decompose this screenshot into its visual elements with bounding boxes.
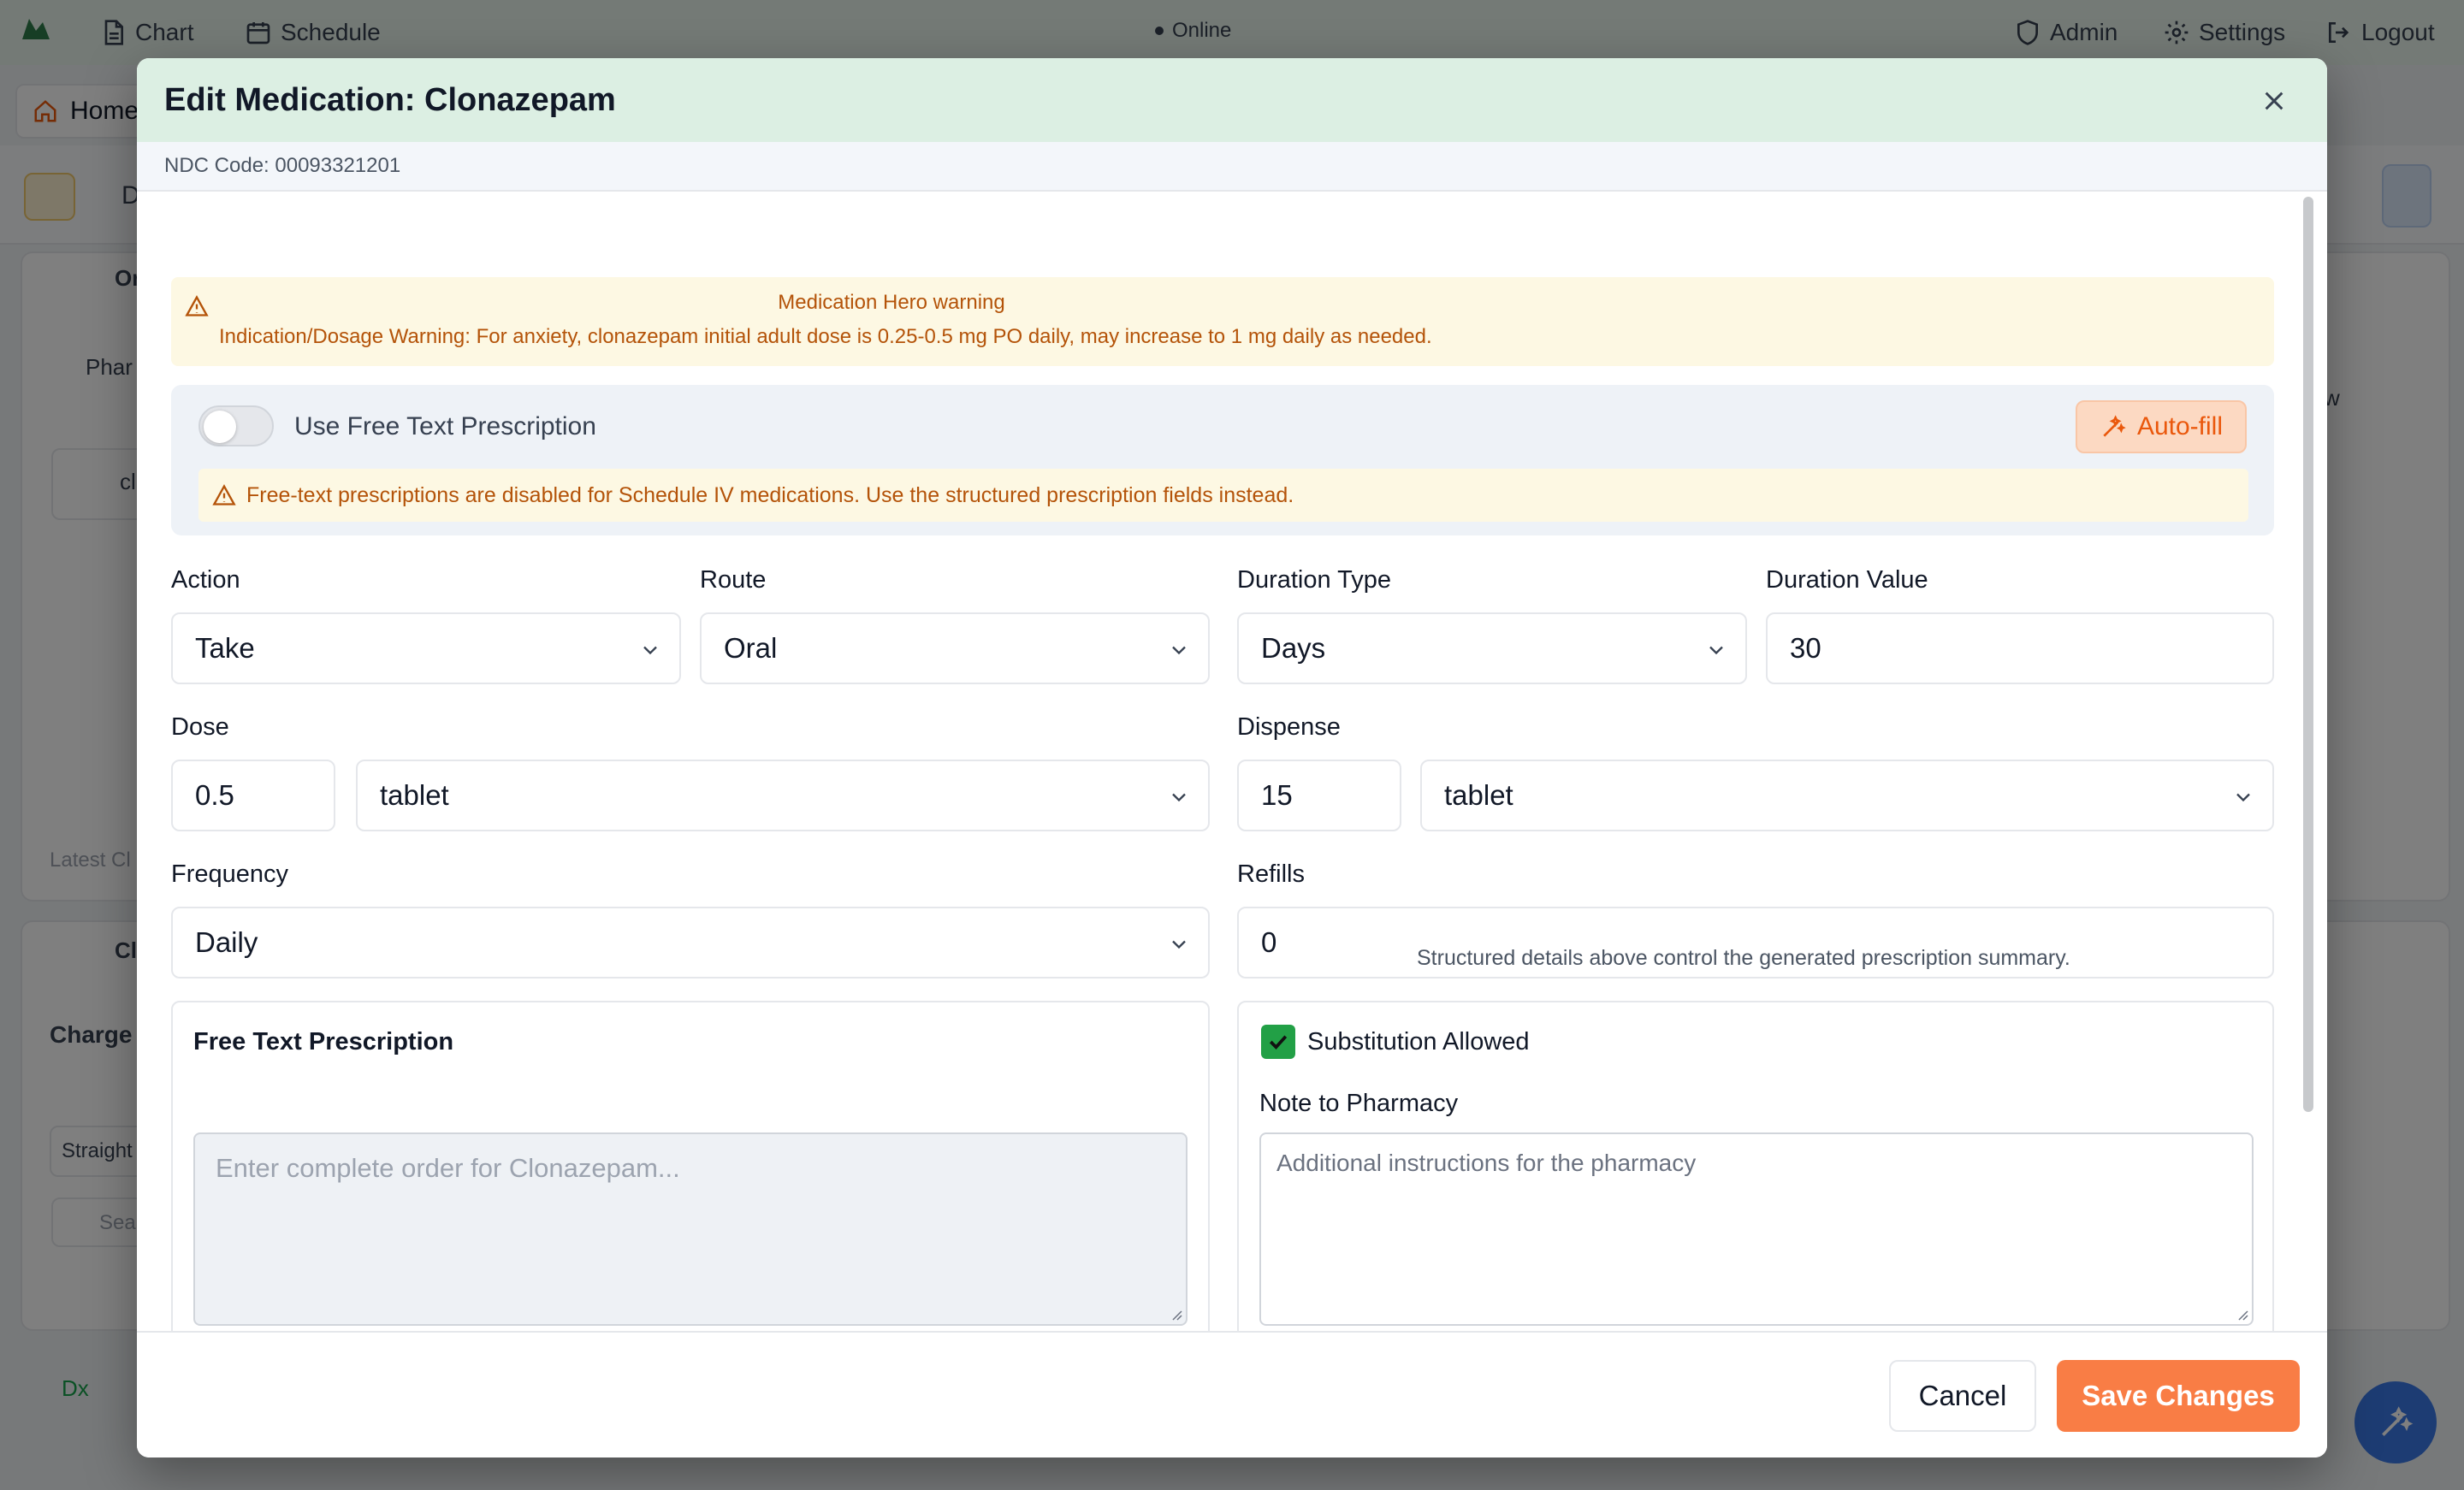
pharmacy-note-placeholder: Additional instructions for the pharmacy [1276,1150,1697,1176]
dose-label: Dose [171,713,229,741]
dialog-scrollbar[interactable] [2303,197,2313,1112]
resize-handle-icon[interactable] [1169,1307,1182,1321]
duration-value-input[interactable]: 30 [1766,612,2274,684]
duration-value: 30 [1790,632,1821,664]
dose-value: 0.5 [195,779,234,811]
pharmacy-note-label: Note to Pharmacy [1259,1090,1459,1117]
free-text-panel: Use Free Text Prescription Auto-fill Fre… [171,385,2274,535]
save-changes-button[interactable]: Save Changes [2057,1360,2300,1432]
route-select[interactable]: Oral [700,612,1210,684]
chevron-down-icon [643,646,657,655]
free-text-toggle-label: Use Free Text Prescription [294,412,596,440]
toggle-knob [204,411,236,443]
dispense-label: Dispense [1237,713,1341,741]
close-button[interactable] [2255,82,2293,120]
schedule-warning: Free-text prescriptions are disabled for… [198,469,2248,522]
duration-type-value: Days [1261,632,1326,664]
free-text-title: Free Text Prescription [193,1028,454,1055]
schedule-warning-text: Free-text prescriptions are disabled for… [246,482,1294,507]
refills-value: 0 [1261,926,1277,958]
chevron-down-icon [1709,646,1723,655]
action-label: Action [171,566,240,594]
route-value: Oral [724,632,778,664]
dialog-header: Edit Medication: Clonazepam [137,58,2327,142]
chevron-down-icon [2236,793,2250,802]
autofill-button[interactable]: Auto-fill [2076,400,2247,453]
free-text-placeholder: Enter complete order for Clonazepam... [216,1153,680,1183]
chevron-down-icon [1172,940,1186,949]
action-select[interactable]: Take [171,612,681,684]
magic-wand-icon [2103,415,2126,437]
structured-hint: Structured details above control the gen… [1417,946,2070,970]
pharmacy-note-textarea[interactable]: Additional instructions for the pharmacy [1259,1132,2254,1326]
dialog-body: Medication Hero warning Indication/Dosag… [137,192,2327,1389]
duration-type-select[interactable]: Days [1237,612,1747,684]
frequency-value: Daily [195,926,258,958]
dialog-footer: Cancel Save Changes [137,1331,2327,1457]
duration-type-label: Duration Type [1237,566,1392,594]
warning-text: Indication/Dosage Warning: For anxiety, … [219,325,1432,348]
ndc-code-bar: NDC Code: 00093321201 [137,142,2327,192]
dosage-warning: Medication Hero warning Indication/Dosag… [171,277,2274,366]
dose-input[interactable]: 0.5 [171,760,335,831]
edit-medication-dialog: Edit Medication: Clonazepam NDC Code: 00… [137,58,2327,1457]
dialog-title: Edit Medication: Clonazepam [164,81,616,118]
substitution-label: Substitution Allowed [1307,1028,1530,1055]
cancel-button[interactable]: Cancel [1889,1360,2036,1432]
route-label: Route [700,566,767,594]
warning-title: Medication Hero warning [778,291,1005,314]
chevron-down-icon [1172,793,1186,802]
dispense-unit-select[interactable]: tablet [1420,760,2274,831]
refills-label: Refills [1237,860,1305,888]
dose-unit-value: tablet [380,779,449,811]
dispense-value: 15 [1261,779,1293,811]
substitution-checkbox[interactable] [1261,1025,1295,1059]
free-text-toggle[interactable] [198,405,274,446]
close-icon [2265,92,2283,110]
resize-handle-icon[interactable] [2235,1307,2248,1321]
dispense-unit-value: tablet [1444,779,1513,811]
duration-value-label: Duration Value [1766,566,1928,594]
checkmark-icon [1269,1035,1288,1050]
dose-unit-select[interactable]: tablet [356,760,1210,831]
ndc-code: NDC Code: 00093321201 [164,154,401,177]
free-text-textarea[interactable]: Enter complete order for Clonazepam... [193,1132,1188,1326]
autofill-label: Auto-fill [2136,412,2224,440]
action-value: Take [195,632,255,664]
warning-icon [212,484,236,506]
frequency-select[interactable]: Daily [171,907,1210,979]
dispense-input[interactable]: 15 [1237,760,1401,831]
chevron-down-icon [1172,646,1186,655]
frequency-label: Frequency [171,860,289,888]
